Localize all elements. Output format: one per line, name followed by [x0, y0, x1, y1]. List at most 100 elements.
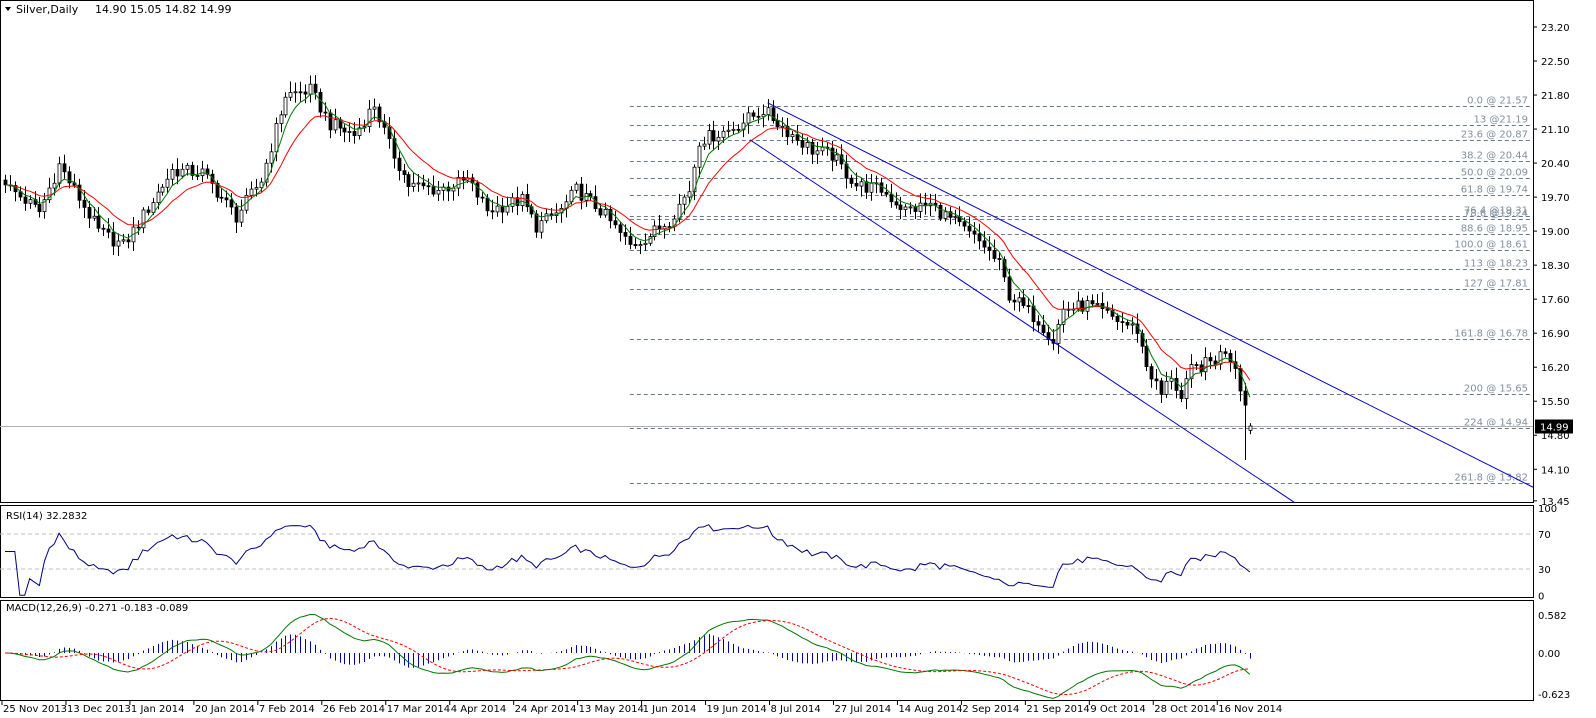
candle [283, 92, 288, 118]
candle [146, 206, 151, 216]
candle [702, 136, 707, 150]
candle-body [274, 123, 279, 153]
candle [234, 203, 239, 234]
candle-body [121, 239, 126, 242]
candle [308, 75, 313, 103]
candle-body [657, 225, 662, 230]
candle-body [283, 96, 288, 116]
candle [574, 181, 579, 194]
candle-body [328, 112, 333, 131]
candle [859, 178, 864, 197]
fib-level-label: 161.8 @ 16.78 [1454, 329, 1528, 340]
candle-body [1007, 276, 1012, 301]
candle [539, 211, 544, 239]
candle-body [1120, 321, 1125, 323]
candle [584, 183, 589, 207]
candle-body [1164, 380, 1169, 395]
candle [170, 163, 175, 186]
candle-body [598, 208, 603, 216]
candle [1203, 347, 1208, 381]
candle [1169, 370, 1174, 390]
candle [1179, 382, 1184, 403]
candle-body [667, 226, 672, 228]
fast-moving-average-line [4, 93, 1251, 398]
candle-body [864, 181, 869, 193]
candle [515, 186, 520, 216]
candle-body [436, 189, 441, 195]
candle [62, 154, 67, 179]
fib-level-label: 78.6 @19.24 [1464, 209, 1528, 220]
candle [77, 178, 82, 209]
candle-body [200, 168, 205, 177]
candle-body [249, 188, 254, 196]
candle-body [711, 130, 716, 142]
candle-body [111, 231, 116, 247]
candle-body [795, 134, 800, 141]
candle [780, 117, 785, 138]
time-axis: 25 Nov 2013 13 Dec 2013 1 Jan 2014 20 Jan 2… [1, 701, 1282, 715]
candle-body [96, 215, 101, 229]
price-panel[interactable]: 0.0 @ 21.57 13 @21.19 23.6 @ 20.87 38.2 @ 2… [0, 0, 1573, 508]
candle-body [175, 169, 180, 177]
candle-body [987, 246, 992, 251]
candle-body [997, 258, 1002, 260]
candle [790, 130, 795, 144]
candle [844, 154, 849, 189]
candle [525, 183, 530, 212]
rsi-panel[interactable]: RSI(14) 32.2832 100 70 30 0 [0, 504, 1557, 603]
macd-axis-label: 0.00 [1538, 649, 1560, 660]
candle [106, 218, 111, 239]
candle-body [402, 170, 407, 175]
candle [239, 199, 244, 227]
fib-level-label: 113 @ 18.23 [1464, 259, 1528, 270]
candle-body [288, 92, 293, 98]
candle-body [938, 204, 943, 219]
candle [500, 197, 505, 224]
candle-body [977, 233, 982, 242]
candle-body [1012, 299, 1017, 303]
candle-body [1194, 364, 1199, 366]
candle [244, 188, 249, 214]
candle-body [534, 213, 539, 233]
candle-body [1130, 323, 1135, 326]
candle-body [805, 142, 810, 148]
candle-body [333, 119, 338, 131]
candle-body [397, 157, 402, 172]
fib-level-label: 100.0 @ 18.61 [1454, 240, 1528, 251]
candle-body [456, 177, 461, 189]
time-axis-label: 17 Mar 2014 [387, 704, 450, 715]
trading-chart[interactable]: 0.0 @ 21.57 13 @21.19 23.6 @ 20.87 38.2 @ 2… [0, 0, 1596, 718]
candle [938, 202, 943, 221]
candle-body [898, 204, 903, 210]
candle-body [446, 186, 451, 192]
candle-body [1159, 380, 1164, 395]
macd-panel[interactable]: MACD(12,26,9) -0.271 -0.183 -0.089 0.582 0… [0, 600, 1571, 701]
candle [342, 124, 347, 143]
dropdown-triangle-icon[interactable] [5, 7, 11, 11]
candle-body [1090, 300, 1095, 305]
candle [333, 108, 338, 134]
time-axis-label: 8 Jul 2014 [771, 704, 821, 715]
candle [406, 171, 411, 197]
candle-body [702, 143, 707, 147]
candle-body [879, 182, 884, 193]
candle [126, 233, 131, 249]
candle-body [146, 209, 151, 213]
candle-body [352, 131, 357, 137]
candle-body [790, 134, 795, 138]
candle-body [62, 163, 67, 173]
candle [288, 81, 293, 101]
candle [352, 122, 357, 144]
candle-body [82, 199, 87, 208]
channel-lower-line [749, 139, 1296, 504]
candle [205, 164, 210, 179]
candle-body [303, 91, 308, 95]
candle [195, 165, 200, 181]
candle [948, 206, 953, 225]
candle [554, 203, 559, 223]
time-axis-label: 20 Jan 2014 [195, 704, 255, 715]
candle [726, 120, 731, 138]
candle-body [903, 206, 908, 210]
candle [992, 239, 997, 262]
candle-body [662, 226, 667, 230]
